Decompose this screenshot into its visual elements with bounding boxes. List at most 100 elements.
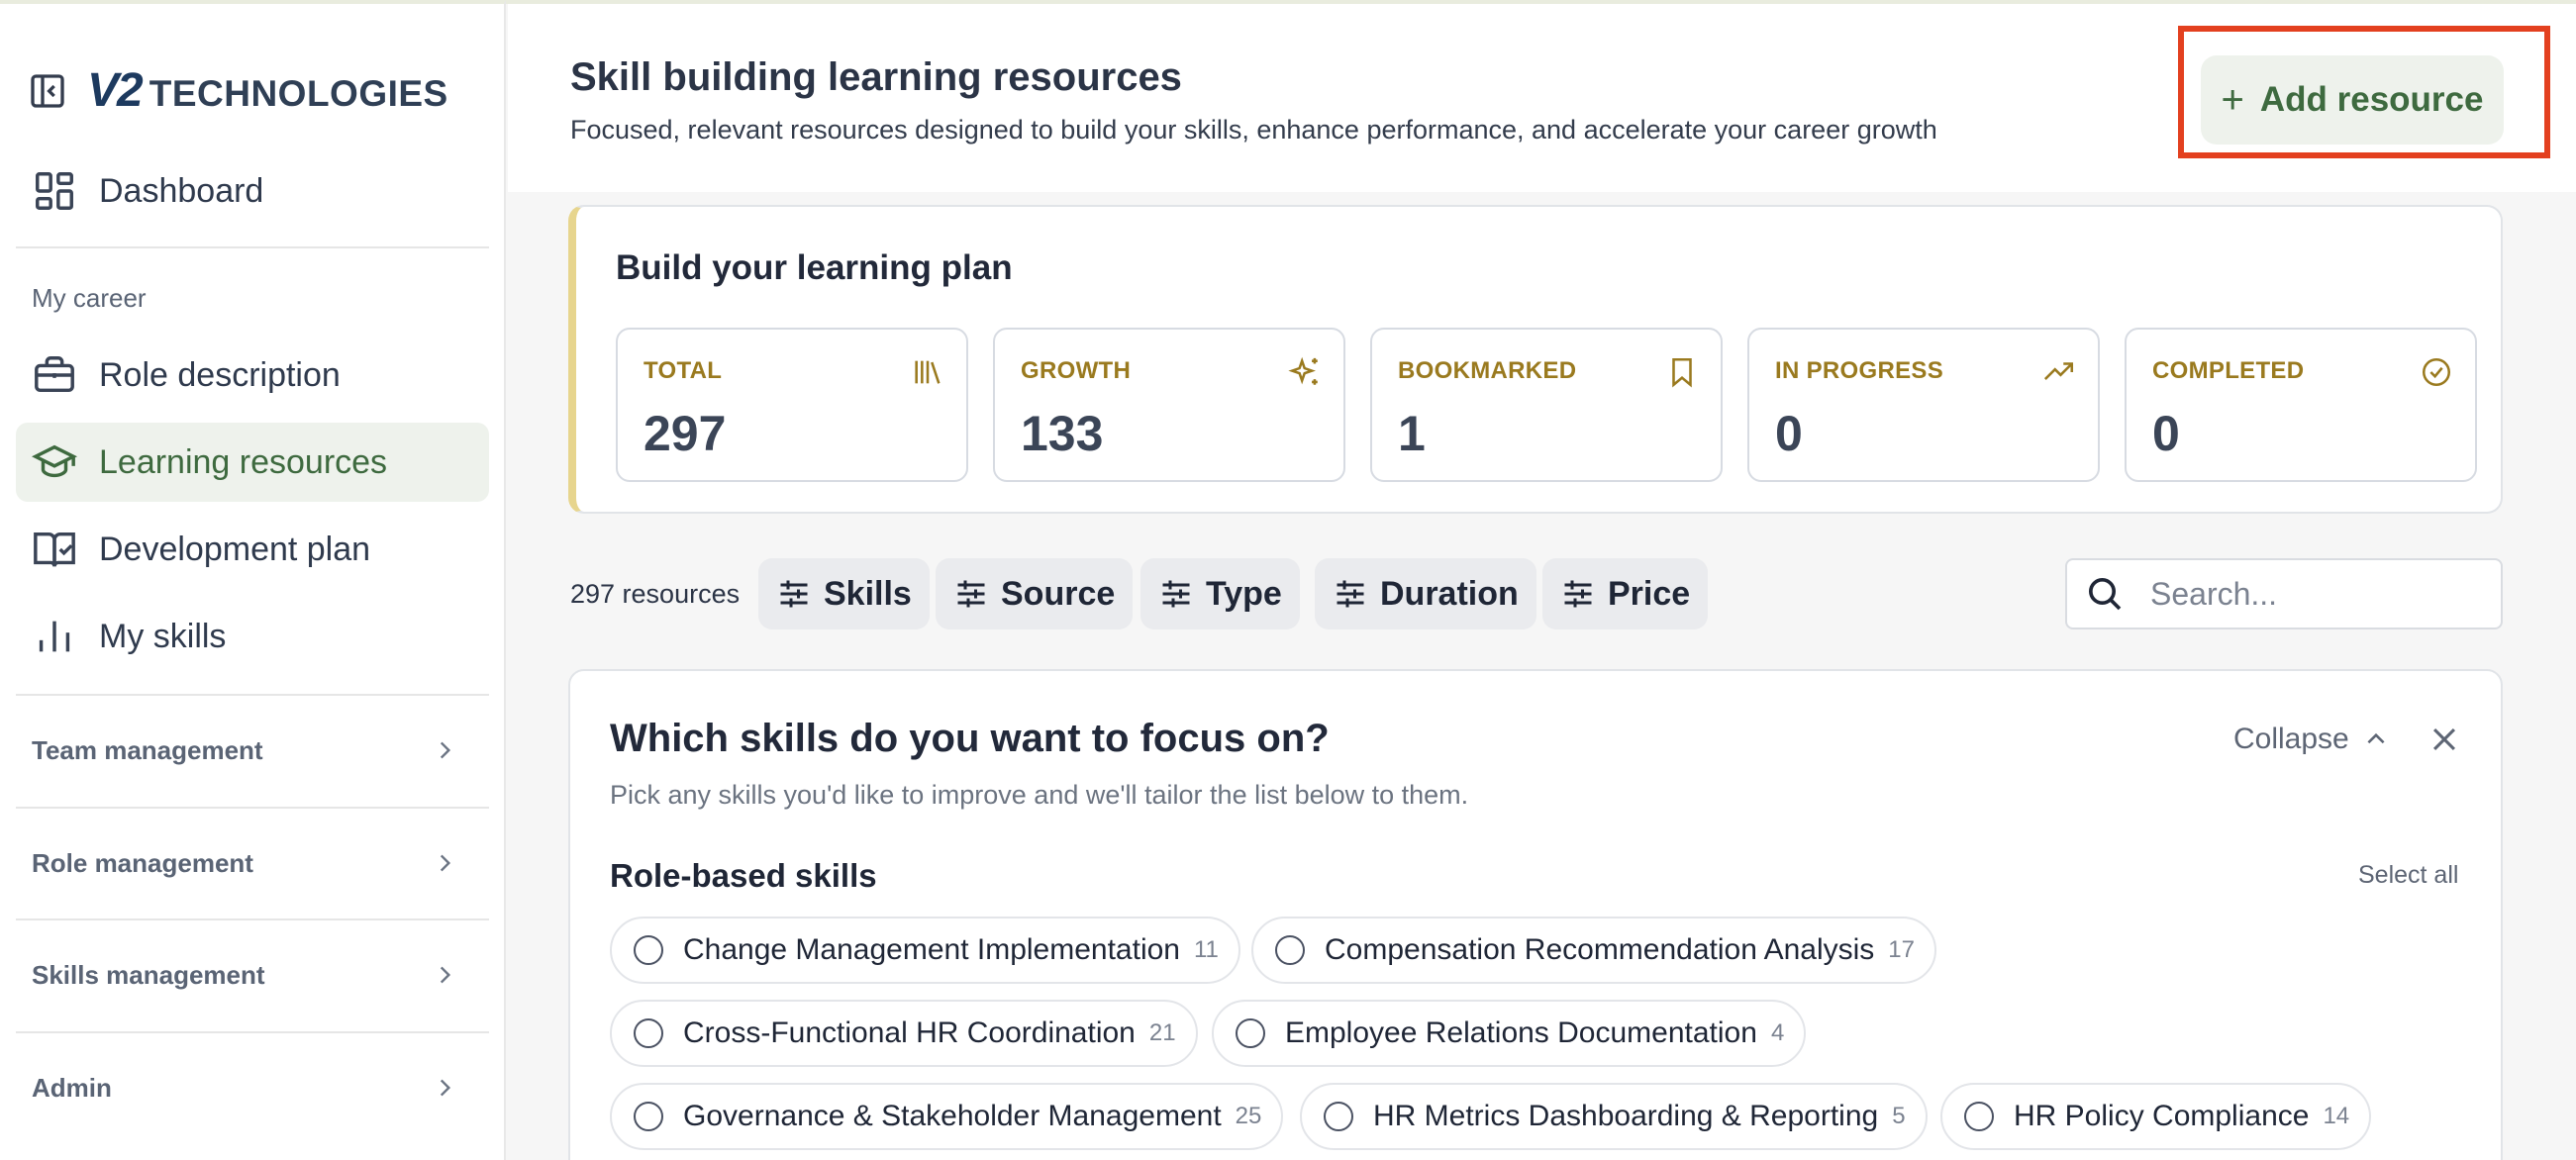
skill-pill[interactable]: Governance & Stakeholder Management 25 (610, 1083, 1284, 1150)
radio-icon (634, 935, 663, 965)
skill-pill[interactable]: Compensation Recommendation Analysis 17 (1251, 917, 1936, 984)
learning-plan-card: Build your learning plan TOTAL 297 GROWT… (568, 205, 2503, 514)
stat-value: 133 (1021, 406, 1104, 461)
add-resource-label: Add resource (2259, 80, 2484, 119)
logo-name: TECHNOLOGIES (149, 73, 448, 114)
sidebar-divider (16, 694, 489, 696)
sidebar-item-label: Learning resources (99, 442, 388, 481)
stat-label: BOOKMARKED (1398, 357, 1577, 384)
skill-count: 17 (1888, 936, 1915, 963)
skill-count: 4 (1770, 1019, 1785, 1046)
close-icon[interactable] (2427, 723, 2461, 756)
sidebar-item-learning-resources[interactable]: Learning resources (16, 423, 489, 502)
skill-count: 21 (1148, 1019, 1176, 1046)
radio-icon (1236, 1018, 1265, 1048)
search-icon (2085, 574, 2125, 614)
skill-pill[interactable]: HR Policy Compliance 14 (1940, 1083, 2372, 1150)
sliders-icon (776, 576, 812, 612)
bar-chart-icon (32, 614, 77, 659)
skill-pill[interactable]: HR Metrics Dashboarding & Reporting 5 (1300, 1083, 1928, 1150)
page-title: Skill building learning resources (570, 55, 1182, 99)
stat-completed[interactable]: COMPLETED 0 (2125, 328, 2477, 482)
stat-label: GROWTH (1021, 357, 1132, 384)
filter-chip-price[interactable]: Price (1542, 558, 1709, 629)
filter-chip-label: Duration (1380, 574, 1519, 613)
skill-pill[interactable]: Change Management Implementation 11 (610, 917, 1240, 984)
add-resource-button[interactable]: + Add resource (2201, 55, 2504, 145)
sidebar-group-role-management[interactable]: Role management (16, 823, 489, 903)
brand: V2 TECHNOLOGIES (28, 63, 448, 118)
sidebar-item-label: Role description (99, 355, 341, 394)
skill-label: HR Metrics Dashboarding & Reporting (1373, 1100, 1879, 1132)
plus-icon: + (2221, 77, 2244, 122)
check-circle-icon (2420, 355, 2453, 389)
sidebar-item-label: Development plan (99, 530, 371, 568)
dashboard-icon (32, 168, 77, 214)
filter-chip-label: Skills (824, 574, 912, 613)
book-check-icon (32, 527, 77, 572)
company-logo[interactable]: V2 TECHNOLOGIES (87, 63, 448, 118)
stat-growth[interactable]: GROWTH 133 (993, 328, 1345, 482)
sidebar-item-label: My skills (99, 617, 227, 655)
sliders-icon (1560, 576, 1596, 612)
page-subtitle: Focused, relevant resources designed to … (570, 115, 1937, 145)
skill-label: Cross-Functional HR Coordination (683, 1016, 1136, 1049)
filter-chip-type[interactable]: Type (1140, 558, 1300, 629)
sidebar-group-label: Skills management (32, 959, 265, 990)
filter-chip-label: Price (1608, 574, 1691, 613)
sidebar-group-team-management[interactable]: Team management (16, 711, 489, 790)
filter-chip-duration[interactable]: Duration (1315, 558, 1536, 629)
search-input[interactable] (2150, 575, 2467, 613)
select-all-link[interactable]: Select all (2358, 861, 2458, 890)
skill-count: 25 (1235, 1103, 1262, 1129)
sidebar-group-skills-management[interactable]: Skills management (16, 935, 489, 1015)
sidebar-divider (16, 1031, 489, 1033)
radio-icon (634, 1018, 663, 1048)
filter-chip-label: Source (1001, 574, 1116, 613)
stat-value: 0 (1775, 406, 1803, 461)
role-based-skills-title: Role-based skills (610, 857, 877, 894)
skill-count: 5 (1892, 1103, 1906, 1129)
section-label-my-career: My career (32, 283, 147, 313)
skill-label: HR Policy Compliance (2014, 1100, 2310, 1132)
briefcase-icon (32, 352, 77, 398)
sidebar-divider (16, 807, 489, 809)
sidebar-group-label: Team management (32, 734, 263, 765)
sidebar-item-my-skills[interactable]: My skills (16, 597, 489, 676)
filter-chip-label: Type (1206, 574, 1282, 613)
sliders-icon (1333, 576, 1368, 612)
stat-label: TOTAL (644, 357, 723, 384)
stat-in-progress[interactable]: IN PROGRESS 0 (1747, 328, 2100, 482)
filter-chip-skills[interactable]: Skills (758, 558, 930, 629)
logo-mark: V2 (87, 64, 144, 117)
sidebar-item-dashboard[interactable]: Dashboard (16, 151, 489, 231)
sidebar-group-label: Admin (32, 1072, 112, 1103)
stat-total[interactable]: TOTAL 297 (616, 328, 968, 482)
collapse-button[interactable]: Collapse (2233, 723, 2389, 756)
stat-bookmarked[interactable]: BOOKMARKED 1 (1370, 328, 1723, 482)
sidebar-divider (16, 246, 489, 248)
sidebar-item-development-plan[interactable]: Development plan (16, 510, 489, 589)
skill-count: 14 (2323, 1103, 2350, 1129)
plan-title: Build your learning plan (616, 248, 1013, 287)
radio-icon (634, 1102, 663, 1131)
search-box[interactable] (2065, 558, 2503, 629)
collapse-label: Collapse (2233, 723, 2349, 755)
sidebar-toggle-icon[interactable] (28, 71, 67, 111)
sparkles-icon (1288, 355, 1322, 389)
skill-pill[interactable]: Cross-Functional HR Coordination 21 (610, 1000, 1198, 1067)
stat-label: COMPLETED (2152, 357, 2305, 384)
skills-focus-panel: Which skills do you want to focus on? Pi… (568, 669, 2503, 1160)
skill-label: Compensation Recommendation Analysis (1325, 933, 1875, 966)
sidebar-group-admin[interactable]: Admin (16, 1048, 489, 1127)
chevron-right-icon (432, 737, 457, 763)
sidebar-group-label: Role management (32, 847, 253, 878)
stat-value: 0 (2152, 406, 2180, 461)
skill-pill[interactable]: Employee Relations Documentation 4 (1212, 1000, 1807, 1067)
stat-value: 1 (1398, 406, 1426, 461)
page-header: Skill building learning resources Focuse… (508, 4, 2576, 192)
filter-chip-source[interactable]: Source (936, 558, 1134, 629)
skill-label: Change Management Implementation (683, 933, 1180, 966)
radio-icon (1964, 1102, 1994, 1131)
sidebar-item-role-description[interactable]: Role description (16, 336, 489, 415)
